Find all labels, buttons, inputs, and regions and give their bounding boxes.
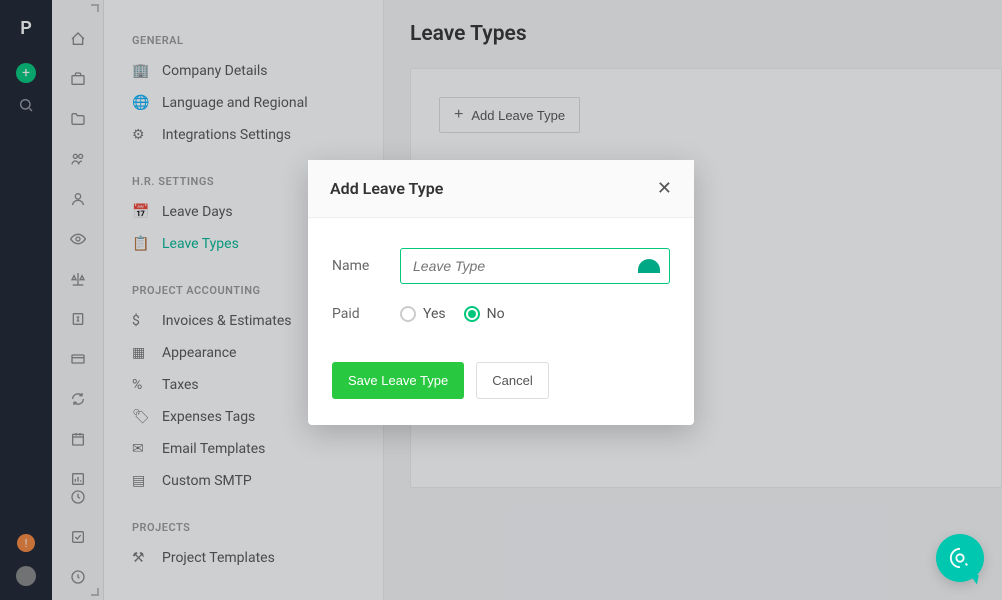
paid-label: Paid xyxy=(332,306,382,322)
paid-no-radio[interactable]: No xyxy=(464,306,505,322)
modal-title: Add Leave Type xyxy=(330,179,443,198)
modal-overlay[interactable]: Add Leave Type ✕ Name Paid Yes xyxy=(0,0,1002,600)
radio-icon xyxy=(464,306,480,322)
chat-widget[interactable] xyxy=(936,534,984,582)
save-leave-type-button[interactable]: Save Leave Type xyxy=(332,362,464,399)
close-button[interactable]: ✕ xyxy=(657,178,672,199)
paid-yes-radio[interactable]: Yes xyxy=(400,306,446,322)
add-leave-type-modal: Add Leave Type ✕ Name Paid Yes xyxy=(308,160,694,425)
radio-label: No xyxy=(487,306,505,322)
name-input[interactable] xyxy=(400,248,670,284)
radio-icon xyxy=(400,306,416,322)
cancel-button[interactable]: Cancel xyxy=(476,362,548,399)
name-label: Name xyxy=(332,258,382,274)
radio-label: Yes xyxy=(423,306,446,322)
